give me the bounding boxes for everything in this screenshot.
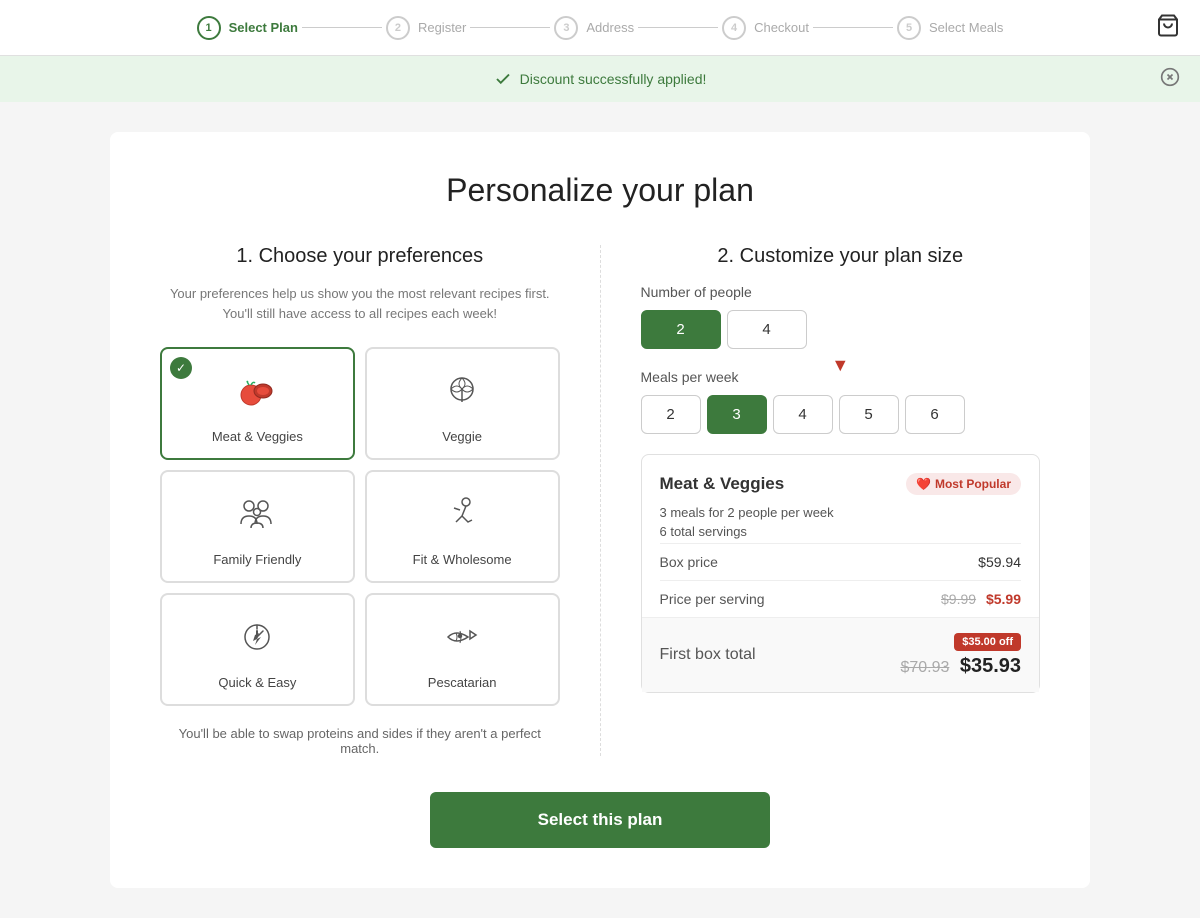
step-1: 1 Select Plan (197, 16, 298, 40)
preferences-grid: ✓ Meat & Veggies (160, 347, 560, 706)
first-box-original-wrapper: $70.93 $35.93 (900, 655, 1021, 678)
step-connector-1 (302, 27, 382, 28)
top-nav: 1 Select Plan 2 Register 3 Address 4 Che… (0, 0, 1200, 56)
pref-veggie[interactable]: Veggie (365, 347, 560, 460)
quick-easy-icon (235, 615, 279, 665)
veggie-icon (440, 369, 484, 419)
people-pill-4[interactable]: 4 (727, 310, 807, 349)
box-price-value: $59.94 (978, 554, 1021, 570)
cart-icon[interactable] (1156, 13, 1180, 42)
first-box-row: First box total $35.00 off $70.93 $35.93 (642, 617, 1040, 692)
summary-header: Meat & Veggies ❤️ Most Popular (660, 473, 1022, 495)
step-4-label: Checkout (754, 20, 809, 35)
first-box-original: $70.93 (900, 659, 949, 676)
people-selector-row: Number of people 2 4 (641, 284, 1041, 349)
two-columns: 1. Choose your preferences Your preferen… (160, 245, 1040, 756)
pref-quick-easy-label: Quick & Easy (218, 675, 296, 690)
check-badge: ✓ (170, 357, 192, 379)
summary-title: Meat & Veggies (660, 474, 785, 494)
check-icon (494, 70, 512, 88)
pref-family-friendly[interactable]: Family Friendly (160, 470, 355, 583)
discount-banner: Discount successfully applied! (0, 56, 1200, 102)
discount-text: Discount successfully applied! (520, 71, 707, 87)
step-5: 5 Select Meals (897, 16, 1003, 40)
main-content: Personalize your plan 1. Choose your pre… (110, 132, 1090, 888)
meals-selector-row: ▼ Meals per week 2 3 4 5 6 (641, 369, 1041, 434)
heart-icon: ❤️ (916, 477, 931, 491)
right-column: 2. Customize your plan size Number of pe… (601, 245, 1041, 756)
first-box-final: $35.93 (960, 655, 1021, 677)
servings-desc: 6 total servings (660, 524, 1022, 539)
close-icon (1160, 67, 1180, 87)
meat-veggies-icon (235, 369, 279, 419)
meals-pill-2[interactable]: 2 (641, 395, 701, 434)
meals-pill-5[interactable]: 5 (839, 395, 899, 434)
page-title: Personalize your plan (160, 172, 1040, 209)
meals-desc: 3 meals for 2 people per week (660, 505, 1022, 520)
left-column: 1. Choose your preferences Your preferen… (160, 245, 601, 756)
people-pills: 2 4 (641, 310, 1041, 349)
step-4-circle: 4 (722, 16, 746, 40)
step-1-circle: 1 (197, 16, 221, 40)
step-connector-2 (470, 27, 550, 28)
step-3: 3 Address (554, 16, 634, 40)
pescatarian-icon (440, 615, 484, 665)
pref-quick-easy[interactable]: Quick & Easy (160, 593, 355, 706)
fit-wholesome-icon (440, 492, 484, 542)
down-indicator: ▼ (831, 355, 849, 376)
pref-meat-veggies[interactable]: ✓ Meat & Veggies (160, 347, 355, 460)
per-serving-original: $9.99 (941, 591, 976, 607)
step-connector-4 (813, 27, 893, 28)
step-3-label: Address (586, 20, 634, 35)
step-2-label: Register (418, 20, 466, 35)
banner-close-button[interactable] (1160, 67, 1180, 92)
section1-subtitle: Your preferences help us show you the mo… (160, 284, 560, 323)
pref-fit-wholesome-label: Fit & Wholesome (413, 552, 512, 567)
first-box-prices: $35.00 off $70.93 $35.93 (900, 632, 1021, 678)
step-connector-3 (638, 27, 718, 28)
section1-title: 1. Choose your preferences (160, 245, 560, 268)
per-serving-prices: $9.99 $5.99 (941, 591, 1021, 607)
pref-meat-veggies-label: Meat & Veggies (212, 429, 303, 444)
step-4: 4 Checkout (722, 16, 809, 40)
family-friendly-icon (235, 492, 279, 542)
first-box-label: First box total (660, 646, 756, 664)
step-1-label: Select Plan (229, 20, 298, 35)
step-5-circle: 5 (897, 16, 921, 40)
steps-container: 1 Select Plan 2 Register 3 Address 4 Che… (197, 16, 1004, 40)
step-3-circle: 3 (554, 16, 578, 40)
select-plan-button[interactable]: Select this plan (430, 792, 770, 848)
people-label: Number of people (641, 284, 1041, 300)
meals-pill-3[interactable]: 3 (707, 395, 767, 434)
per-serving-discounted: $5.99 (986, 591, 1021, 607)
box-price-label: Box price (660, 554, 718, 570)
pref-fit-wholesome[interactable]: Fit & Wholesome (365, 470, 560, 583)
swap-note: You'll be able to swap proteins and side… (160, 726, 560, 756)
meals-pill-4[interactable]: 4 (773, 395, 833, 434)
cta-container: Select this plan (160, 792, 1040, 848)
meals-pills: 2 3 4 5 6 (641, 395, 1041, 434)
pref-pescatarian-label: Pescatarian (428, 675, 497, 690)
most-popular-badge: ❤️ Most Popular (906, 473, 1021, 495)
step-2: 2 Register (386, 16, 466, 40)
pref-pescatarian[interactable]: Pescatarian (365, 593, 560, 706)
step-2-circle: 2 (386, 16, 410, 40)
pref-family-friendly-label: Family Friendly (213, 552, 301, 567)
pref-veggie-label: Veggie (442, 429, 482, 444)
most-popular-label: Most Popular (935, 477, 1011, 491)
step-5-label: Select Meals (929, 20, 1003, 35)
discount-tag: $35.00 off (954, 633, 1021, 651)
people-pill-2[interactable]: 2 (641, 310, 721, 349)
meals-pill-6[interactable]: 6 (905, 395, 965, 434)
per-serving-label: Price per serving (660, 591, 765, 607)
per-serving-row: Price per serving $9.99 $5.99 (660, 580, 1022, 617)
summary-box: Meat & Veggies ❤️ Most Popular 3 meals f… (641, 454, 1041, 693)
box-price-row: Box price $59.94 (660, 543, 1022, 580)
section2-title: 2. Customize your plan size (641, 245, 1041, 268)
